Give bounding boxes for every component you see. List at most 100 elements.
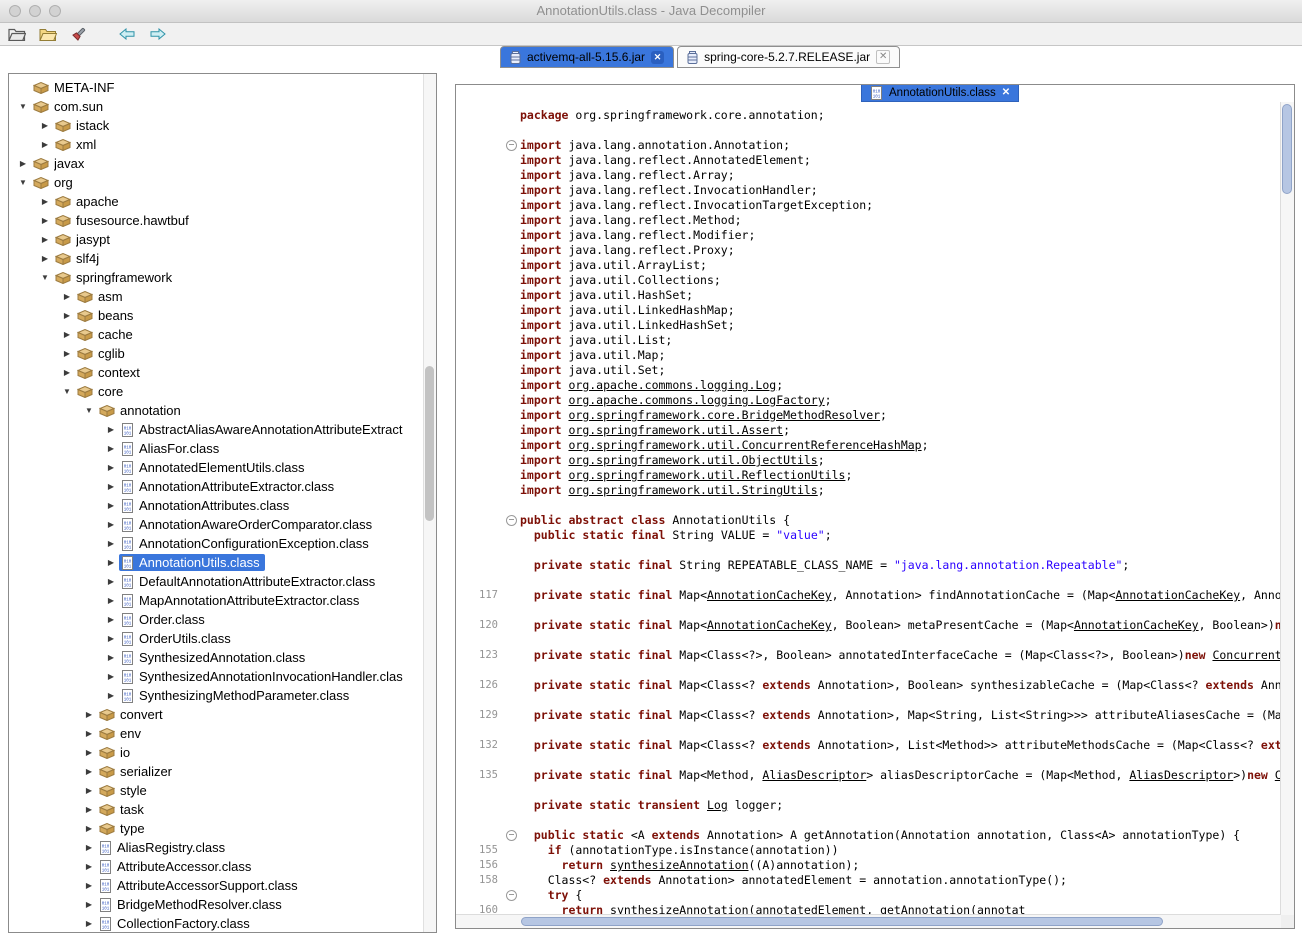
tree-item[interactable]: ▶asm [9, 287, 424, 306]
tree-item-body[interactable]: env [97, 725, 146, 742]
tree-item-body[interactable]: 010101OrderUtils.class [119, 630, 236, 647]
tree-scrollbar-thumb[interactable] [425, 366, 434, 521]
code-link[interactable]: org.apache.commons.logging.Log [568, 378, 776, 392]
chevron-down-icon[interactable]: ▼ [81, 406, 97, 415]
tree-item[interactable]: ▶jasypt [9, 230, 424, 249]
tree-item[interactable]: ▶convert [9, 705, 424, 724]
tree-item[interactable]: ▶slf4j [9, 249, 424, 268]
tree-item[interactable]: ▶apache [9, 192, 424, 211]
chevron-right-icon[interactable]: ▶ [103, 653, 119, 662]
tree-item-body[interactable]: beans [75, 307, 138, 324]
tree-item-body[interactable]: 010101Order.class [119, 611, 210, 628]
chevron-right-icon[interactable]: ▶ [81, 767, 97, 776]
tree-item-body[interactable]: 010101MapAnnotationAttributeExtractor.cl… [119, 592, 364, 609]
close-window-button[interactable] [9, 5, 21, 17]
tree-item-body[interactable]: org [31, 174, 78, 191]
chevron-right-icon[interactable]: ▶ [81, 862, 97, 871]
chevron-right-icon[interactable]: ▶ [81, 824, 97, 833]
chevron-right-icon[interactable]: ▶ [103, 615, 119, 624]
tree-item[interactable]: ▼org [9, 173, 424, 192]
tree-item-body[interactable]: annotation [97, 402, 186, 419]
chevron-right-icon[interactable]: ▶ [103, 539, 119, 548]
chevron-right-icon[interactable]: ▶ [103, 463, 119, 472]
chevron-right-icon[interactable]: ▶ [37, 254, 53, 263]
open-file-button[interactable] [6, 25, 28, 43]
chevron-right-icon[interactable]: ▶ [59, 330, 75, 339]
chevron-right-icon[interactable]: ▶ [81, 919, 97, 928]
code-vertical-scrollbar[interactable] [1280, 102, 1294, 915]
tree-item[interactable]: ▶task [9, 800, 424, 819]
chevron-right-icon[interactable]: ▶ [103, 691, 119, 700]
chevron-right-icon[interactable]: ▶ [37, 140, 53, 149]
tree-item[interactable]: ▶010101MapAnnotationAttributeExtractor.c… [9, 591, 424, 610]
code-link[interactable]: AnnotationCacheKey [707, 618, 832, 632]
open-folder-button[interactable] [37, 25, 59, 43]
tree-item-body[interactable]: cglib [75, 345, 130, 362]
chevron-right-icon[interactable]: ▶ [37, 235, 53, 244]
tree-item[interactable]: ▼core [9, 382, 424, 401]
chevron-down-icon[interactable]: ▼ [15, 178, 31, 187]
chevron-right-icon[interactable]: ▶ [59, 292, 75, 301]
chevron-right-icon[interactable]: ▶ [59, 311, 75, 320]
tree-item-body[interactable]: 010101AbstractAliasAwareAnnotationAttrib… [119, 421, 408, 438]
close-icon[interactable]: ✕ [876, 50, 890, 64]
code-link[interactable]: AnnotationCacheKey [1116, 588, 1241, 602]
tree-item-body[interactable]: 010101AttributeAccessorSupport.class [97, 877, 303, 894]
code-link[interactable]: Log [707, 798, 728, 812]
tree-item[interactable]: ▶type [9, 819, 424, 838]
code-horizontal-thumb[interactable] [521, 917, 1163, 926]
forward-button[interactable] [147, 25, 169, 43]
tree-item-body[interactable]: asm [75, 288, 128, 305]
chevron-right-icon[interactable]: ▶ [59, 349, 75, 358]
tree-item-body[interactable]: 010101AnnotationAttributeExtractor.class [119, 478, 339, 495]
tree-item[interactable]: META-INF [9, 78, 424, 97]
tree-item-body[interactable]: com.sun [31, 98, 108, 115]
tree-item-body[interactable]: cache [75, 326, 138, 343]
tree-item[interactable]: ▶010101AttributeAccessor.class [9, 857, 424, 876]
code-link[interactable]: org.springframework.util.ConcurrentRefer… [568, 438, 921, 452]
zoom-window-button[interactable] [49, 5, 61, 17]
code-link[interactable]: synthesizeAnnotation [610, 858, 748, 872]
chevron-right-icon[interactable]: ▶ [59, 368, 75, 377]
chevron-right-icon[interactable]: ▶ [81, 710, 97, 719]
tree-item-body[interactable]: springframework [53, 269, 177, 286]
tree-item[interactable]: ▶010101CollectionFactory.class [9, 914, 424, 933]
tree-item-body[interactable]: 010101CollectionFactory.class [97, 915, 255, 932]
tree-item[interactable]: ▶010101DefaultAnnotationAttributeExtract… [9, 572, 424, 591]
code-link[interactable]: org.springframework.util.StringUtils [568, 483, 817, 497]
back-button[interactable] [116, 25, 138, 43]
code-vertical-thumb[interactable] [1282, 104, 1292, 194]
code-link[interactable]: AnnotationCacheKey [1074, 618, 1199, 632]
chevron-right-icon[interactable]: ▶ [103, 425, 119, 434]
chevron-right-icon[interactable]: ▶ [103, 577, 119, 586]
chevron-down-icon[interactable]: ▼ [15, 102, 31, 111]
chevron-right-icon[interactable]: ▶ [103, 596, 119, 605]
tree-item-body[interactable]: META-INF [31, 79, 119, 96]
chevron-right-icon[interactable]: ▶ [81, 786, 97, 795]
tree-item[interactable]: ▶010101AbstractAliasAwareAnnotationAttri… [9, 420, 424, 439]
tree-item[interactable]: ▶serializer [9, 762, 424, 781]
chevron-right-icon[interactable]: ▶ [81, 748, 97, 757]
tree-item[interactable]: ▶010101SynthesizingMethodParameter.class [9, 686, 424, 705]
chevron-right-icon[interactable]: ▶ [103, 444, 119, 453]
tree-item[interactable]: ▶javax [9, 154, 424, 173]
chevron-right-icon[interactable]: ▶ [103, 482, 119, 491]
tree-item-body[interactable]: 010101BridgeMethodResolver.class [97, 896, 287, 913]
collapse-icon[interactable] [506, 830, 517, 841]
tree-item[interactable]: ▶010101AnnotationAttributes.class [9, 496, 424, 515]
tree-item[interactable]: ▶context [9, 363, 424, 382]
tree-item-body[interactable]: 010101AnnotationUtils.class [119, 554, 265, 571]
tree-item-body[interactable]: jasypt [53, 231, 115, 248]
tree-item-body[interactable]: 010101SynthesizingMethodParameter.class [119, 687, 354, 704]
code-link[interactable]: org.springframework.core.BridgeMethodRes… [568, 408, 880, 422]
tab-activemq-jar[interactable]: activemq-all-5.15.6.jar ✕ [500, 46, 674, 68]
tree-item[interactable]: ▶010101AnnotatedElementUtils.class [9, 458, 424, 477]
tree-item[interactable]: ▶010101OrderUtils.class [9, 629, 424, 648]
tree-item-body[interactable]: 010101AnnotatedElementUtils.class [119, 459, 309, 476]
tree-item[interactable]: ▶xml [9, 135, 424, 154]
chevron-right-icon[interactable]: ▶ [103, 501, 119, 510]
search-button[interactable] [68, 25, 90, 43]
close-icon[interactable]: ✕ [651, 51, 664, 64]
tree-item-body[interactable]: task [97, 801, 149, 818]
tree-item[interactable]: ▶beans [9, 306, 424, 325]
